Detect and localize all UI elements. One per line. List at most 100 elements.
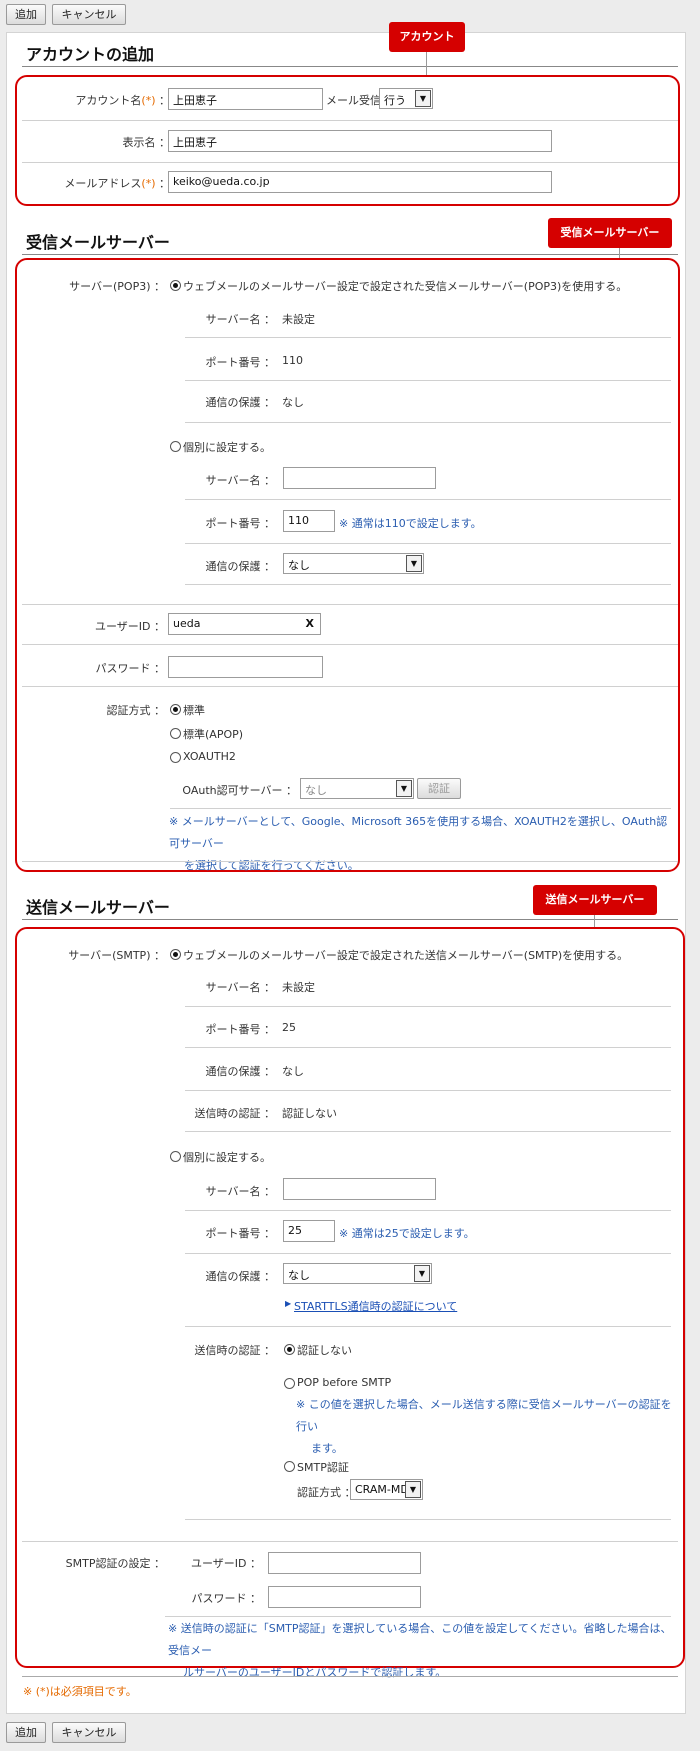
- auth-xoauth2-label: XOAUTH2: [183, 750, 236, 763]
- ind-pop3-port-input[interactable]: 110: [283, 510, 335, 532]
- auth-xoauth2-radio[interactable]: [170, 752, 181, 763]
- row-divider: [170, 808, 671, 809]
- receive-mail-select[interactable]: 行う ▼: [379, 88, 433, 109]
- smtp-servername-label: サーバー名 ：: [205, 981, 275, 994]
- row-divider: [22, 604, 678, 605]
- chevron-down-icon: ▼: [414, 1265, 430, 1282]
- row-divider: [22, 120, 678, 121]
- xoauth2-note: ※ メールサーバーとして、Google、Microsoft 365を使用する場合…: [169, 815, 668, 872]
- pop-before-smtp-note: ※ この値を選択した場合、メール送信する際に受信メールサーバーの認証を行い ます。: [296, 1398, 672, 1455]
- row-divider: [185, 422, 671, 423]
- smtp-security-value: なし: [282, 1065, 304, 1078]
- ind-pop3-servername-input[interactable]: [283, 467, 436, 489]
- incoming-tag: 受信メールサーバー: [548, 218, 672, 248]
- use-webmail-pop3-label: ウェブメールのメールサーバー設定で設定された受信メールサーバー(POP3)を使用…: [183, 280, 628, 293]
- oauth-server-select[interactable]: なし ▼: [300, 778, 414, 799]
- smtp-auth-note: ※ 送信時の認証に「SMTP認証」を選択している場合、この値を設定してください。…: [168, 1622, 672, 1679]
- required-note: ※ (*)は必須項目です。: [23, 1685, 137, 1698]
- smtp-sendauth-label: 送信時の認証 ：: [194, 1107, 276, 1120]
- display-name-label: 表示名 ：: [122, 136, 171, 149]
- account-name-label: アカウント名(*) ：: [75, 94, 170, 107]
- add-button-bottom[interactable]: 追加: [6, 1722, 46, 1743]
- ind-pop3-security-select[interactable]: なし ▼: [283, 553, 424, 574]
- chevron-down-icon: ▼: [415, 90, 431, 107]
- smtp-servername-value: 未設定: [282, 981, 315, 994]
- userid-input[interactable]: ueda X: [168, 613, 321, 635]
- smtp-password-input[interactable]: [268, 1586, 421, 1608]
- smtp-server-label: サーバー(SMTP) ：: [68, 949, 165, 962]
- chevron-down-icon: ▼: [396, 780, 412, 797]
- pop-before-smtp-label: POP before SMTP: [297, 1376, 392, 1389]
- row-divider: [22, 644, 678, 645]
- starttls-auth-link[interactable]: STARTTLS通信時の認証について: [294, 1298, 457, 1314]
- use-webmail-pop3-radio[interactable]: [170, 280, 181, 291]
- individual-smtp-radio[interactable]: [170, 1151, 181, 1162]
- auth-apop-label: 標準(APOP): [183, 728, 244, 741]
- sendauth-none-radio[interactable]: [284, 1344, 295, 1355]
- smtp-userid-input[interactable]: [268, 1552, 421, 1574]
- smtp-auth-radio[interactable]: [284, 1461, 295, 1472]
- row-divider: [185, 1090, 671, 1091]
- row-divider: [185, 499, 671, 500]
- smtp-sendauth-value: 認証しない: [282, 1107, 337, 1120]
- individual-pop3-radio[interactable]: [170, 441, 181, 452]
- smtp-method-select[interactable]: CRAM-MD5 ▼: [350, 1479, 423, 1500]
- footer-divider: [22, 1676, 678, 1677]
- pop3-port-label: ポート番号 ：: [205, 356, 276, 369]
- pop3-servername-label: サーバー名 ：: [205, 313, 275, 326]
- ind-smtp-port-note: ※ 通常は25で設定します。: [339, 1227, 475, 1240]
- account-title-divider: [22, 66, 678, 67]
- account-tag: アカウント: [389, 22, 465, 52]
- ind-smtp-port-input[interactable]: 25: [283, 1220, 335, 1242]
- outgoing-section-title: 送信メールサーバー: [26, 898, 170, 917]
- chevron-down-icon: ▼: [406, 555, 422, 572]
- outgoing-title-divider: [22, 919, 678, 920]
- auth-method-label: 認証方式 ：: [106, 704, 166, 717]
- ind-smtp-port-label: ポート番号 ：: [205, 1227, 276, 1240]
- ind-smtp-security-select[interactable]: なし ▼: [283, 1263, 432, 1284]
- ind-smtp-servername-input[interactable]: [283, 1178, 436, 1200]
- incoming-section-title: 受信メールサーバー: [26, 233, 170, 252]
- auth-standard-radio[interactable]: [170, 704, 181, 715]
- row-divider: [185, 337, 671, 338]
- use-webmail-smtp-radio[interactable]: [170, 949, 181, 960]
- use-webmail-smtp-label: ウェブメールのメールサーバー設定で設定された送信メールサーバー(SMTP)を使用…: [183, 949, 629, 962]
- account-section-title: アカウントの追加: [26, 45, 155, 64]
- row-divider: [185, 1131, 671, 1132]
- pop3-server-label: サーバー(POP3) ：: [69, 280, 165, 293]
- smtp-security-label: 通信の保護 ：: [205, 1065, 276, 1078]
- individual-smtp-label: 個別に設定する。: [183, 1151, 271, 1164]
- email-input[interactable]: keiko@ueda.co.jp: [168, 171, 552, 193]
- row-divider: [185, 543, 671, 544]
- email-label: メールアドレス(*) ：: [64, 177, 170, 190]
- display-name-input[interactable]: 上田恵子: [168, 130, 552, 152]
- incoming-title-divider: [22, 254, 678, 255]
- ind-pop3-servername-label: サーバー名 ：: [205, 474, 275, 487]
- row-divider: [185, 584, 671, 585]
- row-divider: [185, 1519, 671, 1520]
- row-divider: [22, 861, 678, 862]
- row-divider: [185, 1326, 671, 1327]
- ind-sendauth-label: 送信時の認証 ：: [194, 1344, 276, 1357]
- smtp-port-value: 25: [282, 1021, 296, 1034]
- pop-before-smtp-radio[interactable]: [284, 1378, 295, 1389]
- sendauth-none-label: 認証しない: [297, 1344, 352, 1357]
- auth-apop-radio[interactable]: [170, 728, 181, 739]
- chevron-down-icon: ▼: [405, 1481, 421, 1498]
- cancel-button-top[interactable]: キャンセル: [52, 4, 126, 25]
- smtp-auth-label: SMTP認証: [297, 1461, 349, 1474]
- row-divider: [185, 1210, 671, 1211]
- row-divider: [22, 1541, 678, 1542]
- oauth-auth-button[interactable]: 認証: [417, 778, 461, 799]
- ind-smtp-servername-label: サーバー名 ：: [205, 1185, 275, 1198]
- password-input[interactable]: [168, 656, 323, 678]
- ind-pop3-port-note: ※ 通常は110で設定します。: [339, 517, 482, 530]
- cancel-button-bottom[interactable]: キャンセル: [52, 1722, 126, 1743]
- row-divider: [22, 686, 678, 687]
- clear-icon[interactable]: X: [306, 617, 314, 630]
- smtp-userid-label: ユーザーID ：: [191, 1557, 261, 1570]
- individual-pop3-label: 個別に設定する。: [183, 441, 271, 454]
- smtp-password-label: パスワード ：: [191, 1592, 262, 1605]
- add-button-top[interactable]: 追加: [6, 4, 46, 25]
- account-name-input[interactable]: 上田恵子: [168, 88, 323, 110]
